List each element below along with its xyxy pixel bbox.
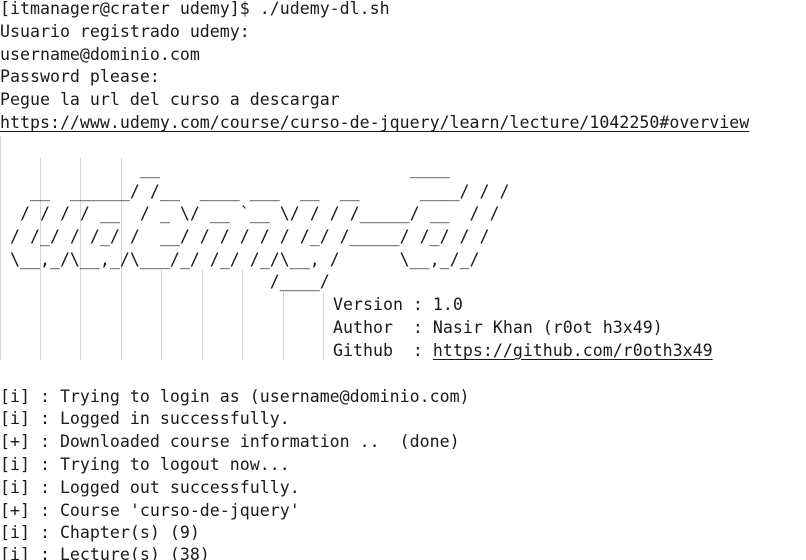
log-line: [+] : Downloaded course information .. (… bbox=[0, 432, 460, 451]
terminal-window[interactable]: [itmanager@crater udemy]$ ./udemy-dl.sh … bbox=[0, 0, 806, 560]
banner-art-line: __ ______/ /__ ____ ___ __ __ ____/ / / bbox=[0, 182, 510, 201]
url-prompt: Pegue la url del curso a descargar bbox=[0, 90, 340, 109]
log-line: [+] : Course 'curso-de-jquery' bbox=[0, 501, 300, 520]
banner-art-line: / / / / __ / _ \/ __ `__ \/ / / /_____/ … bbox=[0, 204, 500, 223]
github-link[interactable]: https://github.com/r0oth3x49 bbox=[433, 341, 713, 360]
version-label: Version : bbox=[333, 295, 433, 314]
author-label: Author : bbox=[333, 318, 433, 337]
log-line: [i] : Trying to logout now... bbox=[0, 455, 290, 474]
guide-line bbox=[323, 292, 324, 360]
log-line: [i] : Chapter(s) (9) bbox=[0, 523, 200, 542]
author-info: Author : Nasir Khan (r0ot h3x49) bbox=[333, 316, 663, 339]
banner-art-line: __ ____ bbox=[0, 159, 450, 178]
github-info: Github : https://github.com/r0oth3x49 bbox=[333, 339, 713, 362]
password-prompt[interactable]: Password please: bbox=[0, 65, 160, 88]
shell-prompt: [itmanager@crater udemy]$ ./udemy-dl.sh bbox=[0, 0, 390, 18]
version-info: Version : 1.0 bbox=[333, 293, 463, 316]
author-value: Nasir Khan (r0ot h3x49) bbox=[432, 318, 663, 337]
log-line: [i] : Lecture(s) (38) bbox=[0, 545, 210, 560]
username-input[interactable]: username@dominio.com bbox=[0, 43, 200, 66]
guide-line bbox=[283, 292, 284, 360]
username-prompt: Usuario registrado udemy: bbox=[0, 22, 250, 41]
log-line: [i] : Logged in successfully. bbox=[0, 409, 290, 428]
banner-art-line: / /_/ / /_/ / __/ / / / / / /_/ /_____/ … bbox=[0, 227, 490, 246]
banner-art-line: /____/ bbox=[0, 272, 330, 291]
course-url-link[interactable]: https://www.udemy.com/course/curso-de-jq… bbox=[0, 111, 749, 134]
banner-art-line: \__,_/\__,_/\___/_/ /_/ /_/\__, / \__,_/… bbox=[0, 250, 480, 269]
log-line: [i] : Logged out successfully. bbox=[0, 478, 300, 497]
github-label: Github : bbox=[333, 341, 433, 360]
log-line: [i] : Trying to login as (username@domin… bbox=[0, 387, 470, 406]
version-value: 1.0 bbox=[432, 295, 463, 314]
